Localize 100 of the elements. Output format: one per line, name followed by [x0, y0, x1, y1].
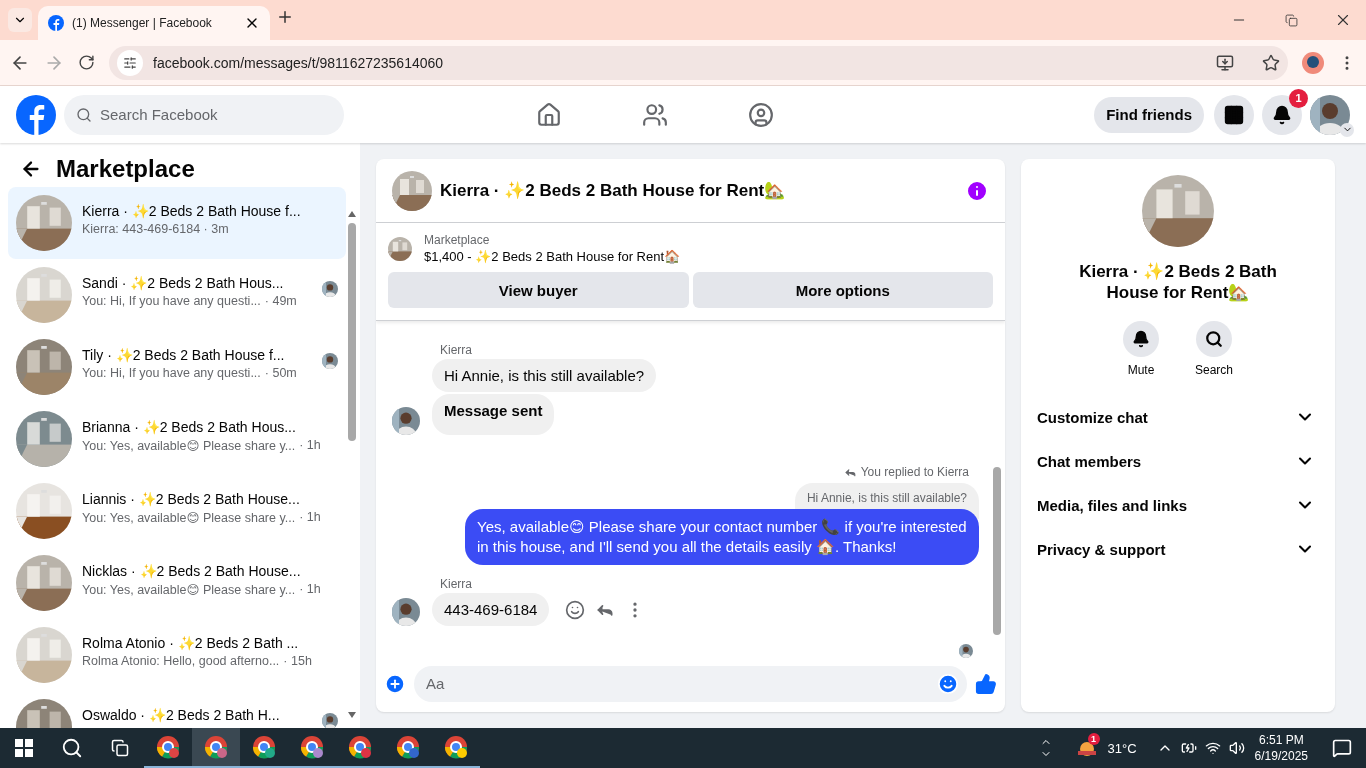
clock-date: 6/19/2025: [1254, 748, 1308, 764]
sidebar-title: Marketplace: [56, 155, 195, 183]
conversation-title: Liannis · ✨2 Beds 2 Bath House...: [82, 491, 301, 507]
windows-icon[interactable]: [15, 739, 33, 757]
browser-icon[interactable]: [348, 735, 372, 759]
conversation-item[interactable]: Sandi · ✨2 Beds 2 Bath Hous... You: Hi, If you have any questi... · 49m: [8, 259, 346, 331]
listing-label: Marketplace: [424, 233, 491, 247]
section-header[interactable]: Privacy & support: [1037, 540, 1166, 558]
message-bubble: 443-469-6184: [432, 593, 550, 626]
browser-icon[interactable]: [396, 735, 420, 759]
tab-list-button[interactable]: [8, 8, 32, 32]
listing-summary: $1,400 - ✨2 Beds 2 Bath House for Rent🏠: [424, 249, 681, 264]
message-field[interactable]: Aa: [414, 665, 967, 702]
message-time: · 1h: [299, 582, 321, 597]
site-settings-icon[interactable]: [117, 49, 143, 76]
notifications-button[interactable]: [1262, 94, 1302, 135]
address-bar[interactable]: facebook.com/messages/t/9811627235614060: [109, 45, 1288, 80]
scrollbar-thumb[interactable]: [993, 467, 1001, 635]
scroll-up-icon[interactable]: [348, 211, 356, 217]
conversation-item[interactable]: Brianna · ✨2 Beds 2 Bath Hous... You: Yes, available😊 Please share y... · 1h: [8, 403, 346, 475]
conversation-title: Oswaldo · ✨2 Beds 2 Bath H...: [82, 707, 281, 723]
action-button[interactable]: More options: [692, 272, 993, 308]
sender-name: Kierra: [440, 343, 473, 357]
section-header[interactable]: Chat members: [1037, 452, 1142, 470]
notifications-icon[interactable]: [1332, 738, 1352, 758]
facebook-icon: [48, 15, 64, 31]
message-time: · 15h: [283, 654, 312, 668]
conversation-item[interactable]: Nicklas · ✨2 Beds 2 Bath House... You: Yes, available😊 Please share y... · 1h: [8, 547, 346, 619]
message-preview: Rolma Atonio: Hello, good afterno...: [82, 654, 280, 668]
profile-icon[interactable]: [1302, 51, 1324, 74]
browser-tab[interactable]: (1) Messenger | Facebook: [38, 6, 270, 40]
bell-icon: [1272, 104, 1292, 125]
section-header[interactable]: Customize chat: [1037, 408, 1148, 426]
weather-badge: 1: [1087, 733, 1100, 745]
clock-time: 6:51 PM: [1258, 732, 1304, 748]
message-preview: You: Yes, available😊 Please share y...: [82, 438, 296, 453]
conversation-name: Kierra · ✨2 Beds 2 Bath House for Rent🏡: [1078, 261, 1278, 303]
action-label: Search: [1195, 363, 1233, 377]
conversation-title: Rolma Atonio · ✨2 Beds 2 Bath ...: [82, 635, 300, 651]
scroll-down-icon[interactable]: [348, 712, 356, 718]
friends-icon[interactable]: [642, 101, 668, 128]
message-bubble: Yes, available😊 Please share your contact number 📞 if you're interested in this house, and I'll send you all the details easily 🏠. Thanks!: [465, 509, 979, 565]
action-label: Mute: [1127, 363, 1155, 377]
battery-icon[interactable]: [1180, 740, 1197, 756]
message-time: · 50m: [264, 366, 297, 380]
browser-icon[interactable]: [156, 735, 180, 759]
message-time: · 1h: [299, 510, 321, 525]
menu-button[interactable]: [1214, 94, 1254, 135]
message-preview: You: Yes, available😊 Please share y...: [82, 510, 296, 525]
message-preview: You: Yes, available😊 Please share y...: [82, 582, 296, 597]
search-icon: [1205, 330, 1223, 348]
reload-icon[interactable]: [78, 54, 95, 71]
conversation-item[interactable]: Tily · ✨2 Beds 2 Bath House f... You: Hi, If you have any questi... · 50m: [8, 331, 346, 403]
mute-button[interactable]: [1123, 321, 1159, 357]
browser-icon[interactable]: [444, 735, 468, 759]
volume-icon[interactable]: [1228, 740, 1245, 756]
browser-icon[interactable]: [300, 735, 324, 759]
conversation-title: Tily · ✨2 Beds 2 Bath House f...: [82, 347, 286, 363]
groups-icon[interactable]: [748, 101, 774, 128]
like-icon[interactable]: [975, 672, 997, 695]
sender-name: Kierra: [440, 577, 473, 591]
find-friends-button[interactable]: Find friends: [1094, 96, 1204, 133]
conversation-title: Kierra · ✨2 Beds 2 Bath House f...: [82, 203, 302, 219]
message-bubble: Hi Annie, is this still available?: [432, 359, 657, 392]
tab-title: (1) Messenger | Facebook: [72, 16, 213, 30]
message-bubble: Message sent: [432, 394, 555, 435]
search-field[interactable]: Search Facebook: [64, 94, 344, 135]
search-button[interactable]: [1196, 321, 1232, 357]
search-icon: [76, 106, 92, 123]
conversation-title: Sandi · ✨2 Beds 2 Bath Hous...: [82, 275, 285, 291]
section-header[interactable]: Media, files and links: [1037, 496, 1188, 514]
message-time: · 1h: [299, 438, 321, 453]
chat-title: Kierra · ✨2 Beds 2 Bath House for Rent🏡: [440, 180, 787, 201]
message-time: · 49m: [264, 294, 297, 308]
facebook-logo[interactable]: [16, 94, 56, 135]
home-icon[interactable]: [536, 101, 562, 128]
temperature: 31°C: [1107, 740, 1137, 756]
install-icon[interactable]: [1216, 53, 1234, 72]
search-icon[interactable]: [61, 737, 83, 759]
scrollbar-thumb[interactable]: [348, 223, 356, 441]
bookmark-icon[interactable]: [1262, 53, 1280, 72]
emoji-icon[interactable]: [565, 599, 586, 620]
conversation-item[interactable]: Kierra · ✨2 Beds 2 Bath House f... Kierra: 443-469-6184 · 3m: [8, 187, 346, 259]
message-preview: You: Hi, If you have any questi...: [82, 294, 261, 308]
action-button[interactable]: View buyer: [388, 272, 689, 308]
bell-icon: [1132, 330, 1150, 348]
browser-icon[interactable]: [204, 735, 228, 759]
new-tab-icon[interactable]: [276, 8, 294, 26]
reply-note: You replied to Kierra: [860, 465, 969, 479]
wifi-icon[interactable]: [1204, 740, 1221, 756]
conversation-item[interactable]: Rolma Atonio · ✨2 Beds 2 Bath ... Rolma Atonio: Hello, good afterno... · 15h: [8, 619, 346, 691]
conversation-item[interactable]: Liannis · ✨2 Beds 2 Bath House... You: Yes, available😊 Please share y... · 1h: [8, 475, 346, 547]
task-view-icon[interactable]: [111, 739, 129, 757]
restore-icon[interactable]: [1284, 13, 1298, 27]
browser-icon[interactable]: [252, 735, 276, 759]
conversation-title: Brianna · ✨2 Beds 2 Bath Hous...: [82, 419, 297, 435]
add-icon[interactable]: [384, 672, 406, 695]
notification-badge: 1: [1289, 88, 1308, 108]
message-preview: You: Hi, If you have any questi...: [82, 366, 261, 380]
conversation-title: Nicklas · ✨2 Beds 2 Bath House...: [82, 563, 302, 579]
